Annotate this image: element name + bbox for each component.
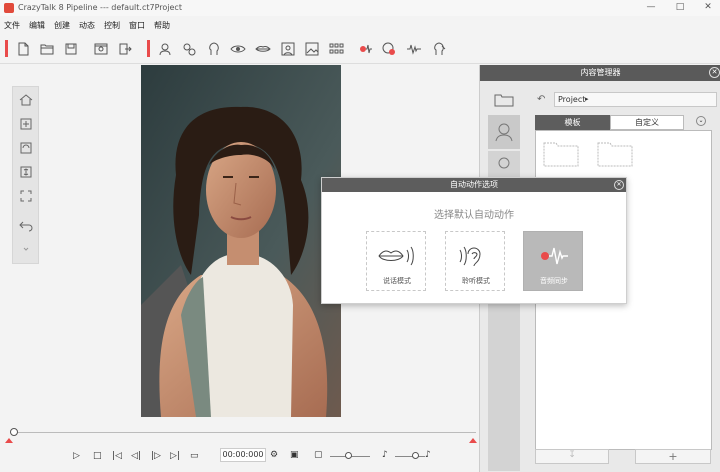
expand-icon[interactable]	[18, 241, 34, 257]
motion-icon	[498, 157, 510, 169]
dialog-title: 自动动作选项	[450, 180, 498, 189]
toolbar-separator	[147, 40, 150, 57]
image-icon[interactable]	[304, 41, 320, 57]
head-motion-icon[interactable]	[431, 41, 447, 57]
window-title: CrazyTalk 8 Pipeline --- default.ct7Proj…	[18, 3, 182, 12]
prev-frame-icon[interactable]: ◁|	[131, 451, 141, 461]
menu-window[interactable]: 窗口	[129, 20, 145, 31]
minimize-button[interactable]: —	[644, 2, 658, 12]
lips-sound-icon	[378, 246, 414, 266]
open-folder-icon[interactable]	[39, 41, 55, 57]
screen-icon[interactable]: ▣	[290, 450, 299, 460]
main-toolbar	[0, 34, 720, 64]
actor-photo	[141, 65, 341, 417]
rotate-icon[interactable]	[18, 140, 34, 156]
lips-icon[interactable]	[255, 41, 271, 57]
timeline-playhead[interactable]	[10, 428, 18, 436]
zoom-icon[interactable]	[18, 164, 34, 180]
close-dialog-icon[interactable]: ✕	[614, 180, 624, 190]
audio-sync-label: 音频同步	[540, 277, 568, 285]
audio-wave-icon[interactable]	[406, 41, 422, 57]
music-note-icon: ♪	[425, 450, 431, 460]
tab-custom[interactable]: 自定义	[610, 115, 684, 130]
menu-bar: 文件 编辑 创建 动态 控制 窗口 帮助	[0, 17, 720, 33]
audio-record-icon[interactable]	[357, 41, 373, 57]
play-icon[interactable]: ▷	[73, 451, 80, 461]
menu-control[interactable]: 控制	[104, 20, 120, 31]
music-note-icon[interactable]: ♪	[382, 450, 388, 460]
portrait-image	[141, 65, 341, 417]
audio-sync-option[interactable]: 音频同步	[523, 231, 583, 291]
path-arrow-icon: ▸	[585, 95, 589, 103]
last-frame-icon[interactable]: ▷|	[170, 451, 180, 461]
ear-sound-icon	[459, 246, 481, 267]
save-icon[interactable]	[63, 41, 79, 57]
timecode-field[interactable]: 00:00:000	[220, 448, 266, 462]
maximize-button[interactable]: □	[673, 2, 687, 12]
face-record-icon[interactable]	[381, 41, 397, 57]
title-bar: CrazyTalk 8 Pipeline --- default.ct7Proj…	[0, 0, 720, 16]
camera-icon[interactable]: ▢	[314, 450, 323, 460]
path-label: Project	[558, 95, 586, 104]
head-icon[interactable]	[206, 41, 222, 57]
add-button[interactable]: +	[635, 449, 711, 464]
path-field[interactable]: Project ▸	[554, 92, 717, 107]
tab-character[interactable]	[488, 115, 520, 149]
undo-icon[interactable]	[18, 217, 34, 233]
app-logo-icon	[4, 3, 14, 13]
back-arrow-icon[interactable]: ↶	[537, 94, 545, 105]
settings-gear-icon[interactable]: ⚙	[270, 450, 278, 460]
viewport-side-toolbar	[12, 86, 39, 264]
content-manager-title: 内容管理器	[580, 68, 621, 77]
range-start-marker[interactable]	[5, 438, 13, 443]
close-panel-icon[interactable]: ✕	[709, 67, 720, 78]
speed-slider-knob[interactable]	[345, 452, 352, 459]
talk-mode-label: 说话模式	[383, 277, 411, 285]
talk-mode-option[interactable]: 说话模式	[366, 231, 426, 291]
chevron-down-icon[interactable]: ⌄	[696, 116, 706, 126]
tab-template[interactable]: 模板	[535, 115, 610, 130]
listen-mode-option[interactable]: 聆听模式	[445, 231, 505, 291]
loop-icon[interactable]: ▭	[190, 451, 199, 461]
grid-icon[interactable]	[328, 41, 344, 57]
preview-icon[interactable]	[93, 41, 109, 57]
timeline-bar: ▷ □ |◁ ◁| |▷ ▷| ▭ 00:00:000 ⚙ ▣ ▢ ♪ ♪	[0, 426, 478, 472]
listen-mode-label: 聆听模式	[462, 277, 490, 285]
face-fitting-icon[interactable]	[181, 41, 197, 57]
fit-view-icon[interactable]	[18, 188, 34, 204]
dialog-prompt: 选择默认自动动作	[434, 210, 514, 221]
menu-file[interactable]: 文件	[4, 20, 20, 31]
toolbar-separator	[5, 40, 8, 57]
timeline-track[interactable]	[10, 432, 476, 433]
auto-motion-dialog: 自动动作选项 ✕ 选择默认自动动作 说话模式 聆听模式 音频同步	[321, 177, 627, 304]
next-frame-icon[interactable]: |▷	[151, 451, 161, 461]
character-icon	[495, 123, 513, 142]
menu-create[interactable]: 创建	[54, 20, 70, 31]
volume-slider[interactable]	[395, 456, 425, 457]
folder-item-icon[interactable]	[597, 139, 633, 167]
menu-help[interactable]: 帮助	[154, 20, 170, 31]
content-manager-header: 内容管理器	[480, 65, 720, 81]
volume-slider-knob[interactable]	[412, 452, 419, 459]
portrait-icon[interactable]	[280, 41, 296, 57]
folder-icon[interactable]	[494, 93, 514, 107]
actor-icon[interactable]	[157, 41, 173, 57]
eye-icon[interactable]	[230, 41, 246, 57]
home-icon[interactable]	[18, 92, 34, 108]
menu-edit[interactable]: 编辑	[29, 20, 45, 31]
download-button[interactable]: ↧	[535, 449, 609, 464]
audio-wave-icon	[541, 247, 568, 265]
dialog-header: 自动动作选项	[322, 178, 626, 192]
pan-move-icon[interactable]	[18, 116, 34, 132]
first-frame-icon[interactable]: |◁	[112, 451, 122, 461]
tab-motion[interactable]	[488, 151, 520, 179]
new-file-icon[interactable]	[15, 41, 31, 57]
stop-icon[interactable]: □	[93, 451, 102, 461]
folder-item-icon[interactable]	[543, 139, 579, 167]
close-window-button[interactable]: ✕	[701, 2, 715, 12]
export-icon[interactable]	[117, 41, 133, 57]
range-end-marker[interactable]	[469, 438, 477, 443]
menu-animation[interactable]: 动态	[79, 20, 95, 31]
